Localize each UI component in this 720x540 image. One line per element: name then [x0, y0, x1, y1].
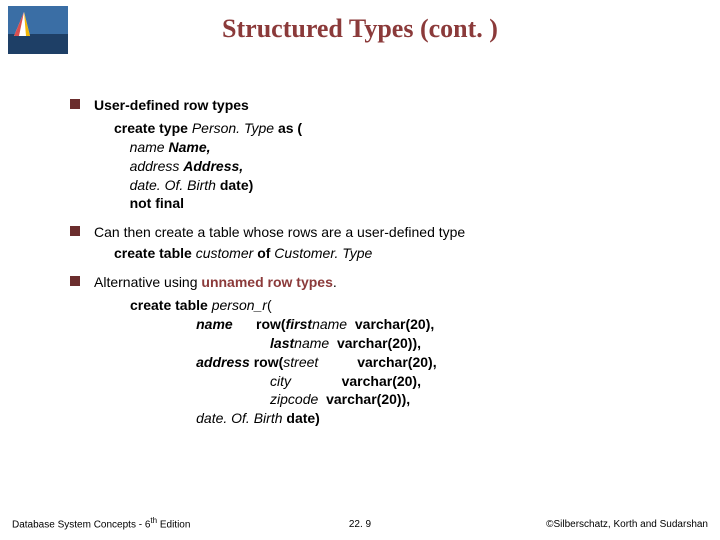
- bullet-create-table-typed: Can then create a table whose rows are a…: [70, 223, 690, 263]
- bullet-unnamed-row-types: Alternative using unnamed row types.: [70, 273, 690, 292]
- code-create-table-customer: create table customer of Customer. Type: [94, 244, 690, 263]
- bullet-user-defined-row-types: User-defined row types: [70, 96, 690, 115]
- slide: Structured Types (cont. ) User-defined r…: [0, 0, 720, 540]
- bullet-label: User-defined row types: [94, 97, 249, 113]
- slide-content: User-defined row types create type Perso…: [70, 86, 690, 428]
- bullet-label: Can then create a table whose rows are a…: [94, 224, 465, 240]
- code-create-table-person-r: create table person_r( name row(firstnam…: [70, 296, 690, 428]
- footer-copyright: ©Silberschatz, Korth and Sudarshan: [546, 519, 708, 530]
- highlight-unnamed-row-types: unnamed row types: [201, 274, 332, 290]
- logo-thumbnail: [8, 6, 68, 54]
- code-create-type: create type Person. Type as ( name Name,…: [70, 119, 690, 213]
- slide-title: Structured Types (cont. ): [0, 0, 720, 44]
